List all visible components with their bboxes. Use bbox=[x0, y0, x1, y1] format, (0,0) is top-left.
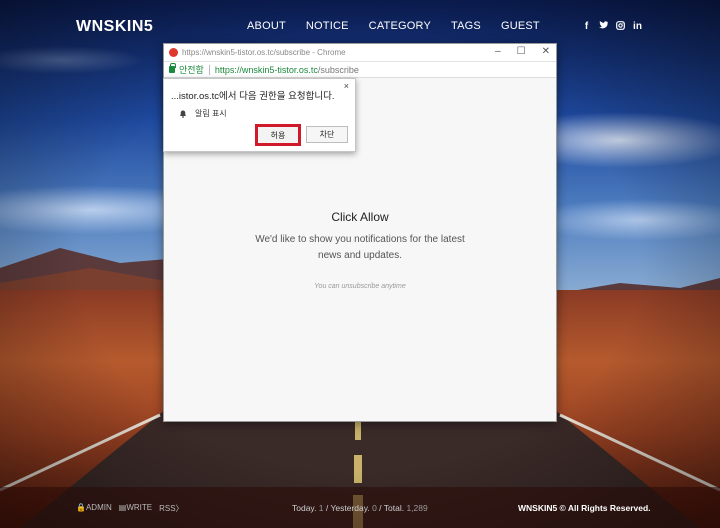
click-allow-heading: Click Allow bbox=[331, 210, 389, 224]
rss-link[interactable]: RSS〉 bbox=[159, 503, 183, 514]
admin-label: ADMIN bbox=[85, 503, 112, 512]
site-logo[interactable]: WNSKIN5 bbox=[76, 18, 153, 36]
write-label: WRITE bbox=[126, 503, 153, 512]
message-line-1: We'd like to show you notifications for … bbox=[255, 234, 465, 245]
linkedin-icon[interactable]: in bbox=[633, 21, 642, 33]
bell-icon bbox=[179, 110, 187, 118]
social-links: f in bbox=[582, 21, 642, 33]
site-footer: 🔒ADMIN ▤WRITE RSS〉 Today. 1 / Yesterday.… bbox=[0, 487, 720, 528]
prompt-close-icon[interactable]: × bbox=[344, 81, 349, 91]
lock-icon bbox=[169, 63, 176, 73]
minimize-icon[interactable]: – bbox=[495, 46, 501, 57]
maximize-icon[interactable]: ☐ bbox=[517, 46, 526, 57]
permission-row: 알림 표시 bbox=[179, 108, 227, 119]
total-count: 1,289 bbox=[406, 503, 428, 513]
today-count: 1 bbox=[318, 503, 324, 513]
nav-notice[interactable]: NOTICE bbox=[306, 20, 349, 32]
message-line-2: news and updates. bbox=[318, 250, 402, 261]
total-label: Total bbox=[383, 503, 402, 513]
site-favicon-icon bbox=[169, 48, 178, 57]
block-button[interactable]: 차단 bbox=[306, 126, 348, 143]
nav-tags[interactable]: TAGS bbox=[451, 20, 481, 32]
url-path: /subscribe bbox=[317, 64, 359, 75]
nav-about[interactable]: ABOUT bbox=[247, 20, 286, 32]
prompt-title: ...istor.os.tc에서 다음 권한을 요청합니다. bbox=[171, 91, 335, 102]
yesterday-count: 0 bbox=[372, 503, 377, 513]
address-bar[interactable]: 안전함 https://wnskin5-tistor.os.tc /subscr… bbox=[164, 61, 556, 78]
close-icon[interactable]: ✕ bbox=[542, 46, 550, 57]
divider bbox=[208, 64, 210, 75]
nav-guest[interactable]: GUEST bbox=[501, 20, 540, 32]
permission-label: 알림 표시 bbox=[195, 109, 227, 118]
visitor-counter: Today. 1 / Yesterday. 0 / Total. 1,289 bbox=[292, 503, 428, 513]
window-title: https://wnskin5-tistor.os.tc/subscribe -… bbox=[182, 48, 346, 57]
window-titlebar[interactable]: https://wnskin5-tistor.os.tc/subscribe -… bbox=[164, 44, 556, 61]
secure-label: 안전함 bbox=[179, 65, 204, 75]
rss-label: RSS bbox=[159, 504, 176, 513]
notification-message: We'd like to show you notifications for … bbox=[164, 232, 556, 264]
facebook-icon[interactable]: f bbox=[582, 21, 591, 33]
nav-category[interactable]: CATEGORY bbox=[369, 20, 431, 32]
allow-button[interactable]: 허용 bbox=[255, 124, 301, 146]
twitter-icon[interactable] bbox=[599, 21, 608, 33]
today-label: Today bbox=[292, 503, 315, 513]
notification-permission-prompt: × ...istor.os.tc에서 다음 권한을 요청합니다. 알림 표시 허… bbox=[163, 78, 356, 152]
write-link[interactable]: ▤WRITE bbox=[119, 503, 152, 514]
admin-link[interactable]: 🔒ADMIN bbox=[76, 503, 112, 514]
yesterday-label: Yesterday bbox=[330, 503, 368, 513]
main-nav: ABOUT NOTICE CATEGORY TAGS GUEST bbox=[247, 20, 560, 32]
instagram-icon[interactable] bbox=[616, 21, 625, 33]
footer-links: 🔒ADMIN ▤WRITE RSS〉 bbox=[76, 503, 184, 514]
unsubscribe-note: You can unsubscribe anytime bbox=[314, 283, 406, 290]
copyright: WNSKIN5 © All Rights Reserved. bbox=[518, 503, 651, 513]
window-controls: – ☐ ✕ bbox=[495, 46, 550, 57]
url-host: https://wnskin5-tistor.os.tc bbox=[214, 64, 318, 75]
